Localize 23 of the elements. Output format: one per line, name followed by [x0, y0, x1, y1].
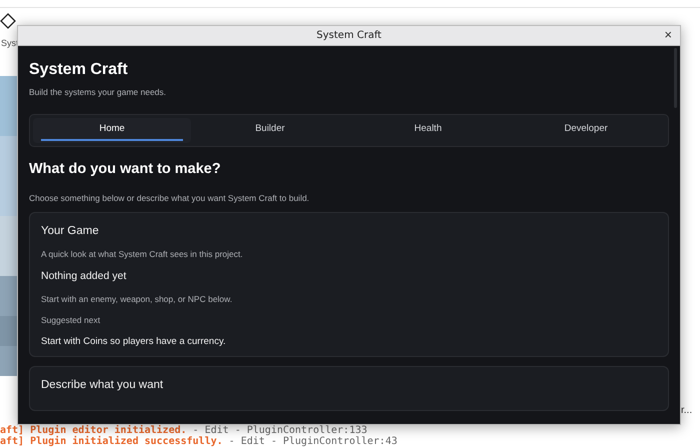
suggestion-text: Start with Coins so players have a currency. [41, 336, 227, 348]
card-note: Start with an enemy, weapon, shop, or NPC below. [41, 294, 234, 304]
log-message: aft] Plugin editor initialized. [0, 425, 187, 436]
tab[interactable]: Builder [191, 118, 349, 143]
card-note: Suggested next [41, 315, 102, 326]
card-note: A quick look at what System Craft sees in this project. [41, 249, 244, 260]
close-button[interactable]: × [662, 27, 674, 43]
tab[interactable]: Health [349, 118, 507, 143]
tab[interactable]: Developer [507, 118, 665, 143]
app-subtitle: Build the systems your game needs. [29, 87, 168, 98]
panel-label: r... [681, 404, 692, 418]
card-title: Your Game [41, 225, 100, 240]
card-title: Describe what you want [41, 378, 164, 392]
diamond-icon[interactable] [0, 13, 16, 29]
log-source: - Edit - PluginController:133 [192, 425, 368, 436]
tab[interactable]: Home [33, 118, 191, 143]
app-title: System Craft [29, 60, 129, 80]
log-message: aft] Plugin initialized successfully. [0, 436, 223, 447]
section-description: Choose something below or describe what you want System Craft to build. [29, 193, 310, 204]
window-title: System Craft [316, 29, 382, 43]
card-subheading: Nothing added yet [41, 270, 128, 283]
log-source: - Edit - PluginController:43 [228, 436, 398, 447]
section-title: What do you want to make? [29, 160, 222, 178]
